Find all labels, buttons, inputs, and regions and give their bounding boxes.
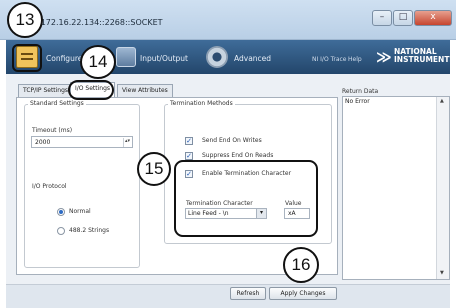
return-data-scrollbar[interactable]: [436, 97, 449, 279]
return-data-label: Return Data: [342, 88, 379, 95]
advanced-button[interactable]: Advanced: [204, 44, 280, 72]
radio-normal-label: Normal: [69, 208, 91, 215]
io-protocol-label: I/O Protocol: [32, 183, 67, 190]
ni-logo-text: NATIONAL INSTRUMENTS: [394, 47, 455, 64]
help-link[interactable]: Help: [348, 56, 362, 63]
refresh-button[interactable]: Refresh: [230, 287, 266, 300]
close-button[interactable]: x: [414, 10, 452, 26]
bottom-strip: [6, 284, 450, 308]
minimize-button[interactable]: –: [372, 10, 392, 26]
ni-logo-mark: ≫: [376, 48, 392, 66]
window-title: :172.16.22.134::2268::SOCKET: [38, 18, 163, 27]
radio-normal[interactable]: [57, 208, 65, 216]
send-end-on-writes-label: Send End On Writes: [202, 137, 262, 144]
configuration-label: Configure: [46, 54, 83, 63]
termination-highlight-frame: [174, 160, 318, 237]
ni-logo: ≫ NATIONAL INSTRUMENTS: [376, 46, 455, 67]
timeout-label: Timeout (ms): [32, 127, 73, 134]
advanced-label: Advanced: [234, 54, 272, 63]
spinner-arrows-icon[interactable]: ▴▾: [123, 138, 131, 147]
maximize-button[interactable]: □: [393, 10, 413, 26]
maximize-icon: □: [398, 12, 408, 22]
callout-14: 14: [80, 45, 116, 79]
send-end-on-writes-checkbox[interactable]: ✓: [185, 137, 193, 145]
gear-icon: [206, 46, 228, 68]
configure-highlight-frame: [12, 44, 42, 72]
termination-methods-title: Termination Methods: [168, 100, 235, 107]
return-data-text: No Error: [345, 98, 370, 105]
callout-16: 16: [283, 247, 319, 283]
tab-highlight-frame: [68, 80, 114, 100]
suppress-end-on-reads-checkbox[interactable]: ✓: [185, 152, 193, 160]
callout-15: 15: [137, 152, 171, 186]
tab-tcpip-settings[interactable]: TCP/IP Settings: [18, 84, 74, 97]
callout-13: 13: [7, 2, 43, 38]
standard-settings-title: Standard Settings: [28, 100, 86, 107]
tab-view-attributes[interactable]: View Attributes: [117, 84, 173, 97]
minimize-icon: –: [379, 12, 385, 22]
scroll-up-icon[interactable]: ▲: [440, 98, 444, 104]
suppress-end-on-reads-label: Suppress End On Reads: [202, 152, 274, 159]
input-output-label: Input/Output: [140, 54, 188, 63]
input-output-icon: [116, 47, 136, 67]
ni-io-trace-link[interactable]: NI I/O Trace: [312, 56, 347, 63]
radio-488-2-strings[interactable]: [57, 227, 65, 235]
apply-changes-button[interactable]: Apply Changes: [269, 287, 337, 300]
scroll-down-icon[interactable]: ▼: [440, 270, 444, 276]
close-icon: x: [430, 12, 436, 22]
input-output-button[interactable]: Input/Output: [112, 44, 196, 72]
timeout-value: 2000: [35, 139, 51, 146]
radio-488-2-strings-label: 488.2 Strings: [69, 227, 110, 234]
return-data-box: [342, 96, 450, 280]
timeout-input[interactable]: 2000 ▴▾: [31, 136, 133, 148]
